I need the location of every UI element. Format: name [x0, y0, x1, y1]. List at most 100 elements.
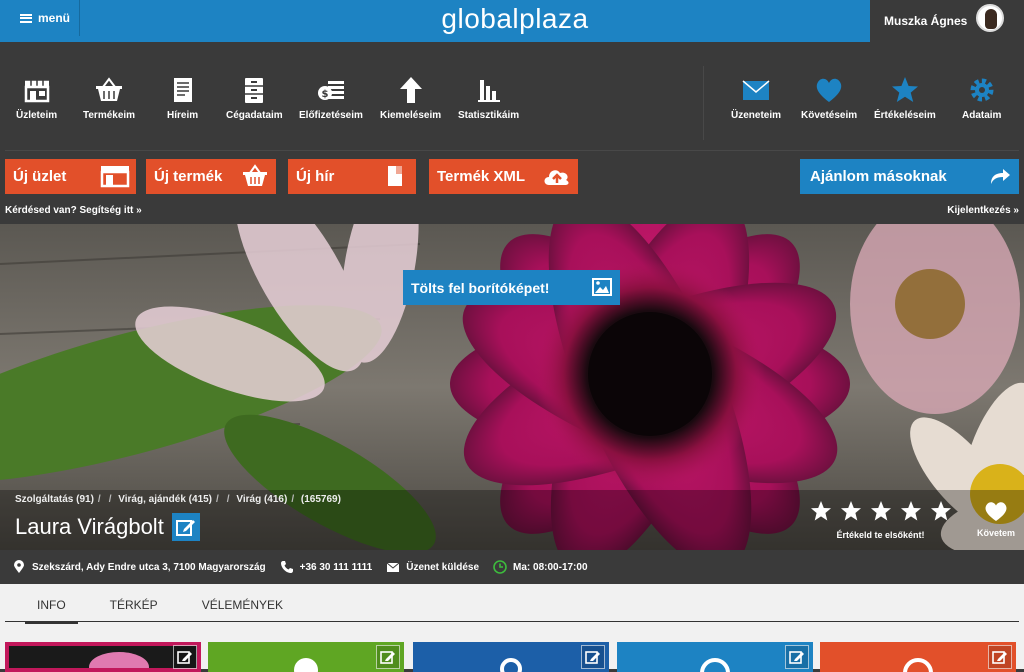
image-icon	[592, 278, 612, 296]
toolbar-item-highlights[interactable]: Kiemeléseim	[380, 76, 441, 121]
toolbar-label: Üzleteim	[16, 110, 58, 121]
logout-link[interactable]: Kijelentkezés »	[947, 205, 1019, 216]
new-product-button[interactable]: Új termék	[146, 159, 276, 194]
star-icon[interactable]	[930, 500, 952, 522]
toolbar-item-shops[interactable]: Üzleteim	[16, 76, 57, 121]
toolbar-label: Statisztikáim	[458, 110, 520, 121]
header-scallop-edge	[0, 36, 870, 46]
edit-icon	[175, 520, 195, 536]
card-thumbnail	[9, 646, 197, 668]
page-title: Laura Virágbolt	[15, 513, 200, 541]
info-card-contact[interactable]	[413, 642, 609, 672]
toolbar-label: Kiemeléseim	[380, 110, 442, 121]
toolbar-label: Üzeneteim	[731, 110, 782, 121]
basket-icon	[243, 164, 267, 186]
recommend-button[interactable]: Ajánlom másoknak	[800, 159, 1019, 194]
info-card-info[interactable]	[208, 642, 404, 672]
share-arrow-icon	[991, 169, 1010, 184]
star-icon[interactable]	[810, 500, 832, 522]
edit-button[interactable]	[785, 645, 809, 669]
map-pin-icon	[14, 560, 24, 573]
toolbar-label: Cégadataim	[226, 110, 283, 121]
address-text: Szekszárd, Ady Endre utca 3, 7100 Magyar…	[32, 561, 266, 573]
toolbar-item-products[interactable]: Termékeim	[83, 76, 135, 121]
new-shop-button[interactable]: Új üzlet	[5, 159, 136, 194]
edit-button[interactable]	[988, 645, 1012, 669]
send-message-link[interactable]: Üzenet küldése	[386, 560, 479, 574]
breadcrumb: Szolgáltatás (91) / / Virág, ajándék (415)…	[15, 494, 341, 505]
user-icon	[500, 658, 522, 672]
cloud-upload-icon	[544, 170, 569, 185]
edit-icon	[992, 651, 1007, 664]
opening-hours: Ma: 08:00-17:00	[493, 560, 588, 574]
edit-name-button[interactable]	[171, 513, 200, 541]
heart-icon	[985, 502, 1007, 521]
info-card-hours[interactable]	[617, 642, 813, 672]
new-news-label: Új hír	[296, 168, 335, 185]
info-card-other[interactable]	[820, 642, 1016, 672]
star-icon[interactable]	[900, 500, 922, 522]
basket-icon	[96, 77, 123, 101]
edit-button[interactable]	[376, 645, 400, 669]
help-link[interactable]: Kérdésed van? Segítség itt »	[5, 205, 142, 216]
toolbar-item-messages[interactable]: Üzeneteim	[731, 76, 781, 121]
bar-chart-icon	[477, 80, 500, 102]
toolbar-item-statistics[interactable]: Statisztikáim	[458, 76, 519, 121]
new-shop-label: Új üzlet	[13, 168, 67, 185]
store-icon	[24, 79, 49, 103]
edit-icon	[585, 651, 600, 664]
toolbar-item-my-data[interactable]: Adataim	[962, 76, 1001, 121]
coins-icon: $	[317, 81, 344, 100]
breadcrumb-item: (165769)	[300, 494, 341, 505]
info-card-photo[interactable]	[5, 642, 201, 672]
toolbar-item-subscriptions[interactable]: $ Előfizetéseim	[299, 76, 363, 121]
opening-hours-text: Ma: 08:00-17:00	[513, 561, 588, 573]
edit-button[interactable]	[581, 645, 605, 669]
phone-text: +36 30 111 1111	[299, 561, 373, 573]
star-icon[interactable]	[840, 500, 862, 522]
breadcrumb-item[interactable]: Virág (416)	[236, 494, 287, 505]
breadcrumb-item[interactable]: Szolgáltatás (91)	[15, 494, 94, 505]
star-icon	[891, 77, 918, 102]
toolbar-separator	[5, 150, 1019, 151]
rating-label: Értékeld te elsőként!	[836, 530, 925, 540]
store-icon	[100, 166, 130, 188]
toolbar-label: Termékeim	[83, 110, 136, 121]
new-product-label: Új termék	[154, 168, 223, 185]
toolbar-item-company-data[interactable]: Cégadataim	[226, 76, 283, 121]
recommend-label: Ajánlom másoknak	[810, 168, 947, 185]
upload-cover-button[interactable]: Tölts fel borítóképet!	[403, 270, 620, 305]
svg-text:$: $	[321, 89, 328, 100]
cabinet-icon	[245, 78, 264, 103]
toolbar-item-news[interactable]: Híreim	[167, 76, 198, 121]
product-xml-button[interactable]: Termék XML	[429, 159, 578, 194]
address: Szekszárd, Ady Endre utca 3, 7100 Magyar…	[12, 560, 266, 574]
toolbar-item-follows[interactable]: Követéseim	[801, 76, 857, 121]
avatar[interactable]	[976, 4, 1004, 32]
shop-name: Laura Virágbolt	[15, 514, 164, 539]
send-message-text: Üzenet küldése	[406, 561, 480, 573]
follow-button[interactable]: Követem	[972, 498, 1020, 538]
edit-button[interactable]	[173, 645, 197, 669]
contact-bar: Szekszárd, Ady Endre utca 3, 7100 Magyar…	[0, 550, 1024, 584]
edit-icon	[177, 651, 192, 664]
product-xml-label: Termék XML	[437, 168, 526, 185]
toolbar-label: Előfizetéseim	[299, 110, 363, 121]
breadcrumb-item[interactable]: Virág, ajándék (415)	[118, 494, 212, 505]
star-icon[interactable]	[870, 500, 892, 522]
envelope-icon	[742, 80, 770, 100]
rating-stars[interactable]	[810, 500, 952, 522]
edit-icon	[380, 651, 395, 664]
toolbar-label: Híreim	[167, 110, 199, 121]
user-menu[interactable]: Muszka Ágnes	[870, 0, 1024, 42]
toolbar-divider	[703, 66, 704, 140]
clock-icon	[700, 658, 730, 672]
edit-icon	[789, 651, 804, 664]
arrow-up-icon	[399, 77, 422, 103]
clock-icon	[493, 560, 507, 574]
phone[interactable]: +36 30 111 1111	[280, 560, 373, 574]
new-news-button[interactable]: Új hír	[288, 159, 416, 194]
news-icon	[173, 78, 192, 102]
gear-icon	[970, 78, 994, 102]
toolbar-item-ratings[interactable]: Értékeléseim	[874, 76, 936, 121]
